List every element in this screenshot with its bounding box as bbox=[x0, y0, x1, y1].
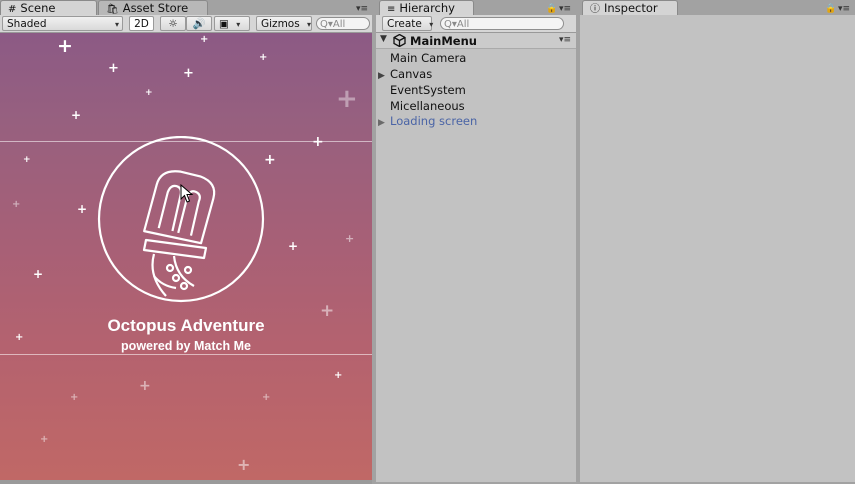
effects-toggle-button[interactable]: ▣ ▾ bbox=[214, 16, 250, 31]
camera-bound-bottom bbox=[0, 354, 372, 355]
sparkle-icon: + bbox=[259, 52, 268, 63]
expand-down-icon[interactable]: ▼ bbox=[380, 34, 387, 44]
tab-scene[interactable]: # Scene bbox=[0, 0, 97, 15]
tab-asset-store-label: Asset Store bbox=[122, 1, 189, 15]
scene-search-placeholder: All bbox=[332, 19, 346, 30]
scene-options-icon[interactable]: ▾≡ bbox=[559, 35, 571, 45]
sparkle-icon: + bbox=[108, 61, 119, 76]
2d-toggle-label: 2D bbox=[134, 18, 149, 30]
create-label: Create bbox=[387, 18, 422, 30]
game-title: Octopus Adventure bbox=[107, 316, 265, 335]
sparkle-icon: + bbox=[71, 108, 82, 122]
panel-menu-icon[interactable]: ▾≡ bbox=[356, 4, 368, 14]
hierarchy-item-eventsystem[interactable]: EventSystem bbox=[378, 82, 466, 98]
search-icon: Q▾ bbox=[444, 19, 457, 30]
sparkle-icon: + bbox=[312, 134, 324, 150]
scene-header-row[interactable]: ▼ MainMenu ▾≡ bbox=[376, 33, 576, 49]
sparkle-icon: + bbox=[77, 202, 88, 216]
hierarchy-search-placeholder: All bbox=[456, 19, 470, 30]
sun-icon: ☼ bbox=[168, 18, 178, 30]
chevron-down-icon: ▾ bbox=[307, 20, 312, 29]
scene-bottom-border bbox=[0, 480, 372, 484]
chevron-down-icon: ▾ bbox=[429, 20, 434, 29]
sparkle-icon: + bbox=[262, 392, 271, 403]
image-icon: ▣ bbox=[219, 18, 229, 30]
expand-arrow-icon[interactable]: ▶ bbox=[378, 115, 390, 131]
octopus-logo bbox=[97, 136, 265, 303]
tab-inspector[interactable]: ⓘ Inspector bbox=[582, 0, 678, 15]
tab-hierarchy[interactable]: ≡ Hierarchy bbox=[379, 0, 474, 15]
lock-icon[interactable]: 🔒 bbox=[546, 4, 557, 14]
hierarchy-item-label: EventSystem bbox=[390, 83, 466, 97]
sparkle-icon: + bbox=[40, 434, 49, 445]
sparkle-icon: + bbox=[33, 267, 44, 281]
hierarchy-item-label: Canvas bbox=[390, 67, 433, 81]
lighting-toggle-button[interactable]: ☼ bbox=[160, 16, 186, 31]
tab-asset-store[interactable]: 🛍 Asset Store bbox=[98, 0, 208, 15]
chevron-down-icon: ▾ bbox=[236, 20, 241, 29]
sparkle-icon: + bbox=[70, 392, 79, 403]
hierarchy-item-loading-screen[interactable]: ▶ Loading screen bbox=[378, 113, 477, 129]
2d-toggle-button[interactable]: 2D bbox=[129, 16, 154, 31]
sparkle-icon: + bbox=[145, 88, 153, 98]
hierarchy-item-micellaneous[interactable]: Micellaneous bbox=[378, 98, 465, 114]
sparkle-icon: + bbox=[23, 155, 31, 165]
sparkle-icon: + bbox=[183, 66, 194, 81]
sparkle-icon: + bbox=[288, 239, 299, 253]
tab-inspector-label: Inspector bbox=[604, 1, 658, 15]
sparkle-icon: + bbox=[200, 34, 209, 45]
sparkle-icon: + bbox=[237, 455, 251, 474]
panel-menu-icon[interactable]: ▾≡ bbox=[838, 4, 850, 14]
panel-menu-icon[interactable]: ▾≡ bbox=[559, 4, 571, 14]
lock-icon[interactable]: 🔒 bbox=[825, 4, 836, 14]
hierarchy-item-main-camera[interactable]: Main Camera bbox=[378, 50, 466, 66]
tab-scene-label: Scene bbox=[20, 1, 56, 15]
inspector-panel bbox=[580, 15, 855, 482]
shading-mode-label: Shaded bbox=[7, 18, 47, 30]
mouse-cursor-icon bbox=[180, 184, 194, 203]
tab-hierarchy-label: Hierarchy bbox=[399, 1, 455, 15]
sparkle-icon: + bbox=[336, 84, 358, 114]
hierarchy-item-label: Main Camera bbox=[390, 51, 467, 65]
scene-toolbar: Shaded ▾ 2D ☼ 🔊 ▣ ▾ Gizmos ▾ Q▾All bbox=[0, 15, 372, 33]
game-subtitle: powered by Match Me bbox=[121, 339, 251, 353]
audio-toggle-button[interactable]: 🔊 bbox=[186, 16, 212, 31]
scene-view[interactable]: + + + + + + + + + + + + + + + + + + + + … bbox=[0, 33, 372, 480]
speaker-icon: 🔊 bbox=[192, 18, 206, 30]
scene-search-input[interactable]: Q▾All bbox=[316, 17, 370, 30]
chevron-down-icon: ▾ bbox=[114, 20, 119, 29]
hierarchy-item-label: Micellaneous bbox=[390, 99, 465, 113]
hierarchy-toolbar: Create ▾ Q▾All bbox=[376, 15, 576, 33]
sparkle-icon: + bbox=[139, 378, 151, 394]
hierarchy-item-label: Loading screen bbox=[390, 114, 478, 128]
hierarchy-search-input[interactable]: Q▾All bbox=[440, 17, 564, 30]
sparkle-icon: + bbox=[345, 232, 355, 245]
shading-mode-dropdown[interactable]: Shaded ▾ bbox=[2, 16, 123, 31]
hierarchy-item-canvas[interactable]: ▶ Canvas bbox=[378, 66, 432, 82]
create-dropdown[interactable]: Create ▾ bbox=[382, 16, 434, 31]
sparkle-icon: + bbox=[57, 35, 73, 57]
sparkle-icon: + bbox=[334, 370, 343, 381]
unity-logo-icon bbox=[393, 34, 406, 47]
sparkle-icon: + bbox=[12, 199, 21, 210]
gizmos-label: Gizmos bbox=[261, 18, 300, 30]
gizmos-dropdown[interactable]: Gizmos ▾ bbox=[256, 16, 312, 31]
scene-name: MainMenu bbox=[410, 34, 477, 48]
search-icon: Q▾ bbox=[320, 19, 333, 30]
